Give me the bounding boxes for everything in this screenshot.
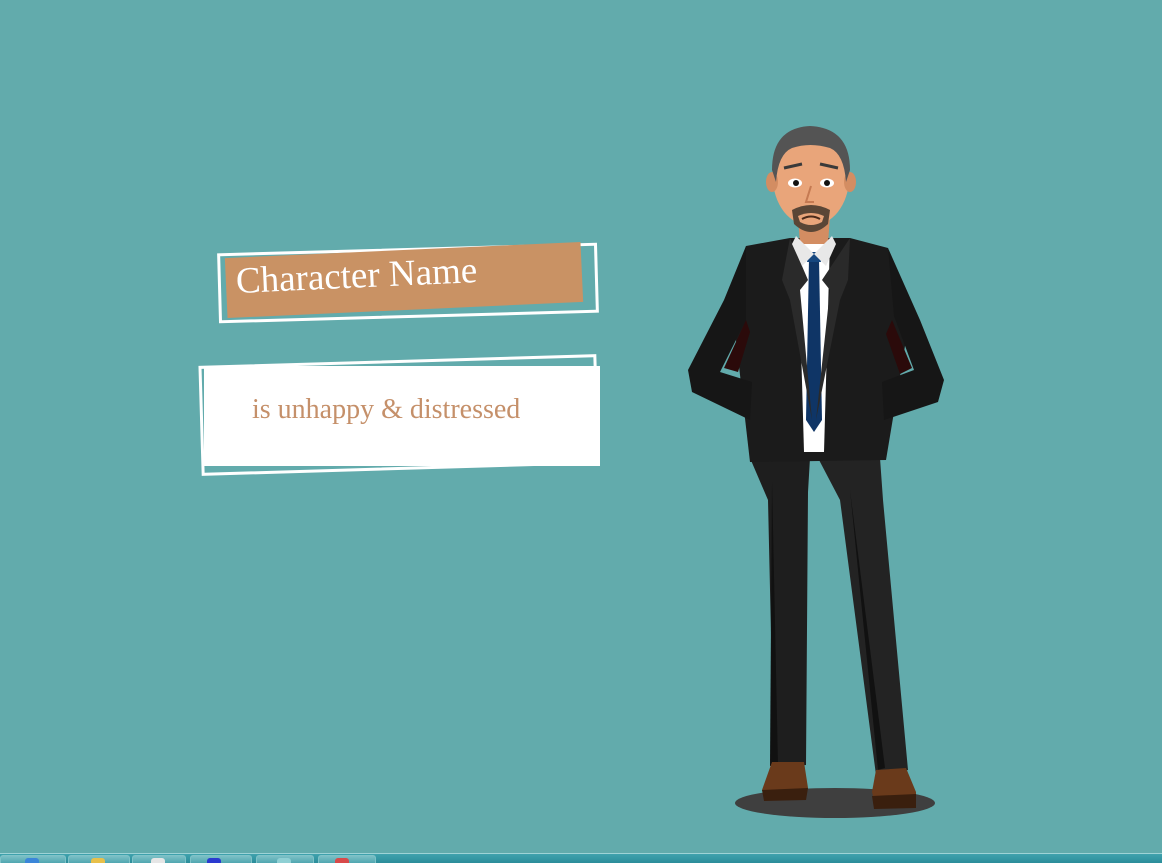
window-icon	[277, 858, 291, 863]
taskbar-item-app[interactable]	[256, 855, 314, 863]
right-eye	[824, 180, 830, 186]
left-leg	[750, 458, 810, 768]
left-eye	[793, 180, 799, 186]
folder-icon	[91, 858, 105, 863]
taskbar	[0, 853, 1162, 863]
paint-icon	[207, 858, 221, 863]
character-status-label: is unhappy & distressed	[252, 394, 521, 425]
taskbar-item-explorer[interactable]	[68, 855, 130, 863]
red-app-icon	[335, 858, 349, 863]
document-icon	[151, 858, 165, 863]
taskbar-item-presenter[interactable]	[318, 855, 376, 863]
character-status-card: is unhappy & distressed	[196, 350, 604, 480]
windows-orb-icon	[25, 858, 39, 863]
businessman-character-icon	[680, 120, 960, 825]
taskbar-item-paint[interactable]	[190, 855, 252, 863]
presentation-canvas: Character Name is unhappy & distressed	[0, 0, 1162, 863]
start-button[interactable]	[0, 855, 66, 863]
taskbar-item-notepad[interactable]	[132, 855, 186, 863]
character-name-card: Character Name	[214, 240, 604, 332]
